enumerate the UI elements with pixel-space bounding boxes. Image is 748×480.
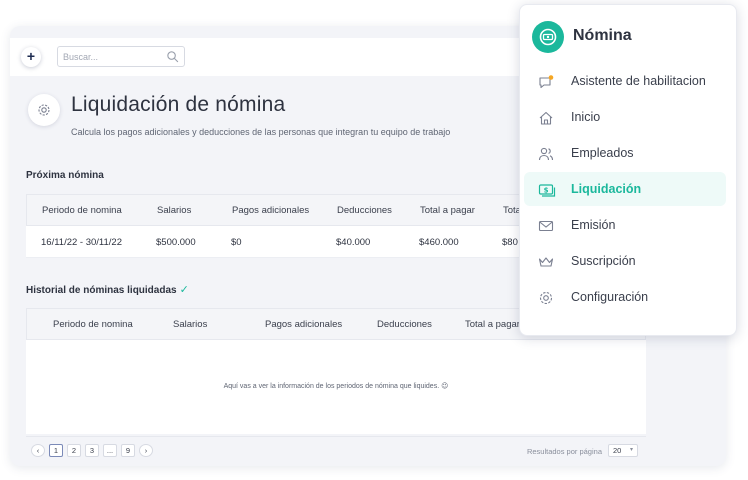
chevron-down-icon: ▾ [629, 447, 633, 453]
period-cell: 16/11/22 - 30/11/22 [41, 237, 122, 248]
home-icon [539, 111, 553, 125]
menu-item-label: Emisión [571, 218, 616, 232]
per-page-label: Resultados por página [526, 447, 602, 456]
menu-item-label: Empleados [571, 146, 634, 160]
total-cell-truncated: $80 [502, 237, 518, 248]
nomina-logo [532, 21, 564, 53]
menu-item-label: Asistente de habilitacion [571, 74, 706, 88]
deductions-cell: $40.000 [336, 237, 371, 248]
menu-item-liquidacion[interactable]: $ Liquidación [524, 172, 726, 206]
column-header: Pagos adicionales [265, 319, 343, 330]
page-ellipsis: ... [103, 444, 117, 457]
gear-icon [539, 291, 553, 305]
column-header: Total a pagar [465, 319, 520, 330]
column-header: Salarios [173, 319, 208, 330]
search-icon[interactable] [166, 50, 179, 63]
nomina-menu: Nómina Asistente de habilitacion Inicio … [519, 4, 737, 336]
users-icon [538, 147, 554, 161]
page-button[interactable]: 2 [67, 444, 81, 457]
next-payroll-title: Próxima nómina [26, 170, 104, 181]
column-header: Deducciones [337, 205, 392, 216]
additional-payments-cell: $0 [231, 237, 242, 248]
menu-item-emision[interactable]: Emisión [524, 208, 726, 242]
empty-state-message: Aquí vas a ver la información de los per… [223, 383, 449, 390]
column-header: Pagos adicionales [232, 205, 310, 216]
menu-item-label: Liquidación [571, 182, 642, 196]
page-icon-badge [28, 94, 60, 126]
column-header: Periodo de nomina [42, 205, 122, 216]
svg-text:$: $ [544, 187, 549, 195]
payroll-logo-icon [539, 28, 557, 46]
menu-title: Nómina [573, 27, 632, 44]
menu-item-configuracion[interactable]: Configuración [524, 280, 726, 314]
menu-item-inicio[interactable]: Inicio [524, 100, 726, 134]
search-input[interactable] [58, 47, 158, 67]
page-button[interactable]: 1 [49, 444, 63, 457]
stage: + Liquidación de nómina Calcula los pago… [0, 0, 748, 480]
menu-item-empleados[interactable]: Empleados [524, 136, 726, 170]
mail-icon [538, 220, 554, 232]
money-icon: $ [538, 184, 556, 197]
prev-page-button[interactable]: ‹ [31, 444, 45, 457]
gear-icon [38, 104, 50, 116]
menu-item-label: Inicio [571, 110, 601, 124]
column-header: Deducciones [377, 319, 432, 330]
chat-badge-icon [539, 75, 554, 89]
crown-icon [538, 257, 554, 267]
salaries-cell: $500.000 [156, 237, 196, 248]
page-button[interactable]: 9 [121, 444, 135, 457]
menu-item-suscripcion[interactable]: Suscripción [524, 244, 726, 278]
check-icon: ✓ [179, 284, 189, 296]
next-page-button[interactable]: › [139, 444, 153, 457]
search-box[interactable] [57, 46, 185, 67]
per-page-value: 20 [613, 446, 622, 455]
page-button[interactable]: 3 [85, 444, 99, 457]
menu-item-asistente[interactable]: Asistente de habilitacion [524, 64, 726, 98]
total-cell: $460.000 [419, 237, 459, 248]
per-page-select[interactable]: 20 ▾ [608, 444, 638, 457]
column-header: Salarios [157, 205, 192, 216]
column-header: Periodo de nomina [53, 319, 133, 330]
history-title: Historial de nóminas liquidadas ✓ [26, 283, 189, 296]
page-subtitle: Calcula los pagos adicionales y deduccio… [71, 127, 451, 137]
page-title: Liquidación de nómina [71, 93, 286, 116]
pagination-bar: ‹ 1 2 3 ... 9 › Resultados por página 20… [26, 436, 646, 464]
menu-item-label: Suscripción [571, 254, 636, 268]
column-header: Total a pagar [420, 205, 475, 216]
menu-item-label: Configuración [571, 290, 649, 304]
add-button[interactable]: + [21, 47, 41, 67]
history-title-text: Historial de nóminas liquidadas [26, 285, 177, 296]
